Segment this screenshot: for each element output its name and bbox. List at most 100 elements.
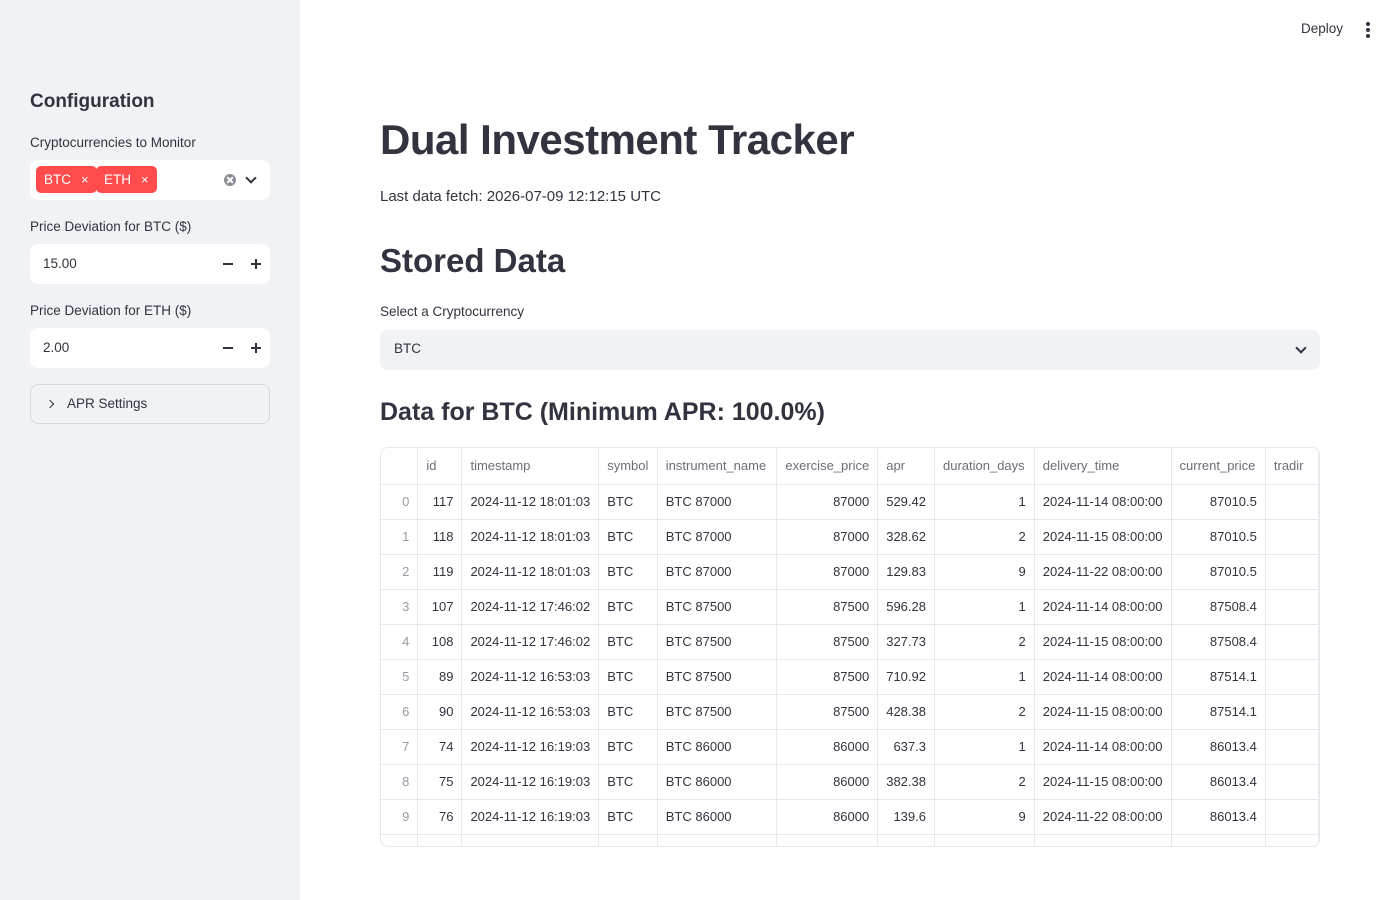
table-cell[interactable]: 76 — [417, 799, 463, 835]
table-cell[interactable]: 2024-11-15 08:00:00 — [1034, 694, 1172, 730]
row-index[interactable]: 6 — [381, 694, 419, 730]
table-row[interactable]: 5 89 2024-11-12 16:53:03 BTC BTC 87500 87500 7… — [381, 659, 1319, 695]
table-cell[interactable]: 2024-11-14 08:00:00 — [1034, 729, 1172, 765]
clear-all-icon[interactable] — [224, 174, 236, 186]
table-cell[interactable] — [1265, 659, 1319, 695]
table-cell[interactable]: 2024-11-15 08:00:00 — [1034, 764, 1172, 800]
table-cell[interactable]: 87500 — [776, 589, 879, 625]
column-header[interactable]: duration_days — [934, 448, 1035, 485]
table-cell[interactable]: 107 — [417, 589, 463, 625]
table-cell[interactable]: 87010.5 — [1171, 519, 1266, 555]
table-cell[interactable]: 118 — [417, 519, 463, 555]
row-index[interactable]: 8 — [381, 764, 419, 800]
table-cell[interactable]: 2024-11-12 18:01:03 — [461, 484, 600, 520]
table-cell[interactable]: 637.3 — [877, 729, 935, 765]
table-cell[interactable]: 129.83 — [877, 554, 935, 590]
column-header[interactable]: symbol — [598, 448, 658, 485]
table-cell[interactable]: 327.73 — [877, 624, 935, 660]
table-cell[interactable]: BTC — [598, 694, 658, 730]
table-cell[interactable]: 2024-11-12 17:46:02 — [461, 624, 600, 660]
table-cell[interactable] — [1265, 729, 1319, 765]
table-cell[interactable]: 75 — [417, 764, 463, 800]
table-cell[interactable]: 139.6 — [877, 799, 935, 835]
chip-btc[interactable]: BTC × — [36, 166, 97, 193]
table-cell[interactable]: 87010.5 — [1171, 554, 1266, 590]
table-cell[interactable]: 87010.5 — [1171, 484, 1266, 520]
column-header[interactable]: delivery_time — [1034, 448, 1172, 485]
table-cell[interactable]: 428.38 — [877, 694, 935, 730]
column-header[interactable] — [381, 448, 419, 485]
table-row[interactable]: 3 107 2024-11-12 17:46:02 BTC BTC 87500 87500… — [381, 589, 1319, 625]
table-cell[interactable]: 2024-11-22 08:00:00 — [1034, 554, 1172, 590]
table-cell[interactable]: BTC — [598, 624, 658, 660]
table-cell[interactable] — [1265, 519, 1319, 555]
table-cell[interactable]: 596.28 — [877, 589, 935, 625]
table-cell[interactable]: 86013.4 — [1171, 799, 1266, 835]
table-cell[interactable]: BTC — [598, 659, 658, 695]
column-header[interactable]: apr — [877, 448, 935, 485]
table-cell[interactable]: 2024-11-12 16:19:03 — [461, 729, 600, 765]
crypto-multiselect[interactable]: BTC × ETH × — [30, 160, 270, 200]
table-cell[interactable]: BTC 87000 — [657, 519, 778, 555]
row-index[interactable]: 7 — [381, 729, 419, 765]
table-cell[interactable]: 2024-11-14 08:00:00 — [1034, 484, 1172, 520]
table-row[interactable]: 7 74 2024-11-12 16:19:03 BTC BTC 86000 86000 6… — [381, 729, 1319, 765]
table-cell[interactable]: 2024-11-15 08:00:00 — [1034, 624, 1172, 660]
apr-settings-expander[interactable]: APR Settings — [30, 384, 270, 424]
table-cell[interactable]: 9 — [934, 554, 1035, 590]
table-cell[interactable]: BTC — [598, 764, 658, 800]
table-cell[interactable]: 1 — [934, 589, 1035, 625]
table-cell[interactable]: 529.42 — [877, 484, 935, 520]
table-cell[interactable]: 328.62 — [877, 519, 935, 555]
chevron-down-icon[interactable] — [245, 172, 257, 184]
remove-chip-icon[interactable]: × — [81, 173, 89, 186]
row-index[interactable]: 9 — [381, 799, 419, 835]
table-cell[interactable]: 1 — [934, 729, 1035, 765]
table-cell[interactable]: BTC 87500 — [657, 694, 778, 730]
table-cell[interactable]: 87500 — [776, 624, 879, 660]
table-cell[interactable]: BTC — [598, 729, 658, 765]
row-index[interactable]: 1 — [381, 519, 419, 555]
column-header[interactable]: timestamp — [461, 448, 600, 485]
table-cell[interactable] — [1265, 589, 1319, 625]
table-cell[interactable]: BTC 87500 — [657, 589, 778, 625]
table-cell[interactable]: 87000 — [776, 554, 879, 590]
table-cell[interactable] — [1265, 554, 1319, 590]
btc-deviation-value[interactable]: 15.00 — [43, 256, 77, 271]
row-index[interactable]: 2 — [381, 554, 419, 590]
dataframe[interactable]: id timestamp symbol instrument_name exercise… — [381, 448, 1319, 846]
table-cell[interactable]: 87514.1 — [1171, 694, 1266, 730]
table-cell[interactable]: 87508.4 — [1171, 589, 1266, 625]
btc-deviation-input[interactable]: 15.00 — [30, 244, 270, 284]
table-cell[interactable]: 2 — [934, 519, 1035, 555]
table-cell[interactable]: 2024-11-12 18:01:03 — [461, 554, 600, 590]
table-cell[interactable]: 2024-11-12 17:46:02 — [461, 589, 600, 625]
table-cell[interactable]: 2024-11-12 18:01:03 — [461, 519, 600, 555]
table-cell[interactable]: 1 — [934, 659, 1035, 695]
table-cell[interactable] — [1265, 624, 1319, 660]
table-cell[interactable]: 87514.1 — [1171, 659, 1266, 695]
column-header[interactable]: tradir — [1265, 448, 1319, 485]
table-cell[interactable]: 86000 — [776, 799, 879, 835]
increment-button[interactable] — [242, 244, 270, 284]
table-cell[interactable]: 2 — [934, 624, 1035, 660]
table-cell[interactable]: BTC 87500 — [657, 659, 778, 695]
table-cell[interactable]: 2024-11-15 08:00:00 — [1034, 519, 1172, 555]
table-cell[interactable] — [1265, 484, 1319, 520]
table-cell[interactable]: 86000 — [776, 729, 879, 765]
table-cell[interactable]: BTC — [598, 589, 658, 625]
decrement-button[interactable] — [214, 244, 242, 284]
table-cell[interactable]: 2024-11-12 16:53:03 — [461, 659, 600, 695]
table-cell[interactable]: 382.38 — [877, 764, 935, 800]
row-index[interactable]: 5 — [381, 659, 419, 695]
table-cell[interactable]: 1 — [934, 484, 1035, 520]
table-cell[interactable]: BTC 86000 — [657, 764, 778, 800]
eth-deviation-value[interactable]: 2.00 — [43, 340, 69, 355]
row-index[interactable]: 3 — [381, 589, 419, 625]
table-cell[interactable]: 108 — [417, 624, 463, 660]
column-header[interactable]: id — [417, 448, 463, 485]
table-cell[interactable] — [1265, 694, 1319, 730]
eth-deviation-input[interactable]: 2.00 — [30, 328, 270, 368]
table-cell[interactable]: 86000 — [776, 764, 879, 800]
row-index[interactable]: 0 — [381, 484, 419, 520]
